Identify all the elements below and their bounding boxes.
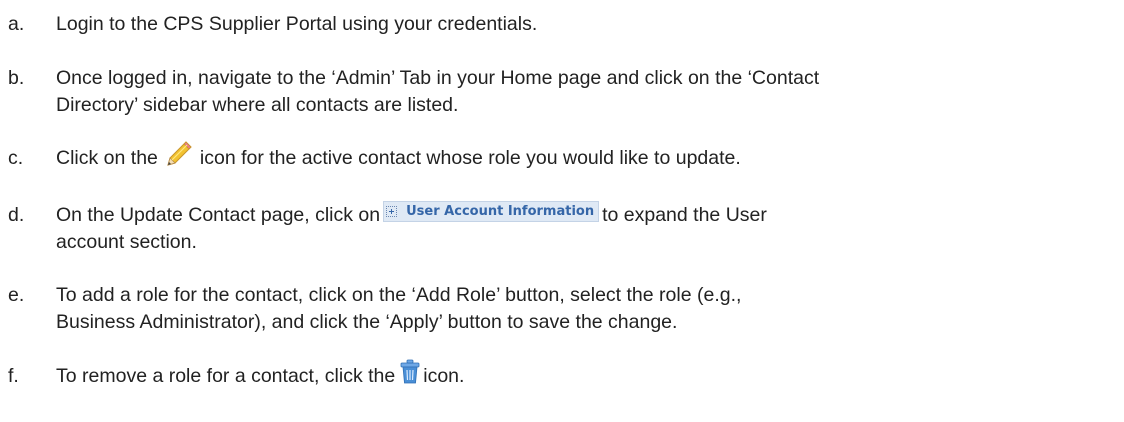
step-line: Once logged in, navigate to the ‘Admin’ … — [56, 67, 820, 89]
trash-icon[interactable] — [399, 359, 421, 385]
step-letter: a. — [8, 13, 25, 35]
expand-plus-icon — [386, 206, 398, 217]
step-letter: e. — [8, 284, 25, 306]
step-text: Click on the icon for the active contact… — [56, 141, 1116, 172]
user-account-information-button[interactable]: User Account Information — [383, 201, 600, 222]
step-line: Login to the CPS Supplier Portal using y… — [56, 13, 538, 35]
step-line: Directory’ sidebar where all contacts ar… — [56, 94, 459, 116]
pencil-icon[interactable] — [164, 139, 194, 169]
user-account-information-label: User Account Information — [406, 204, 595, 219]
step-text: Once logged in, navigate to the ‘Admin’ … — [56, 65, 1116, 119]
step-letter: c. — [8, 147, 24, 169]
step-text: To add a role for the contact, click on … — [56, 282, 1116, 336]
step-line: account section. — [56, 231, 197, 253]
step-text-after: icon. — [423, 365, 465, 387]
step-text-before: Click on the — [56, 147, 158, 169]
step-text-after: icon for the active contact whose role y… — [199, 147, 741, 169]
step-text: On the Update Contact page, click on User… — [56, 201, 1116, 256]
step-text: To remove a role for a contact, click th… — [56, 359, 1116, 390]
step-line: Business Administrator), and click the ‘… — [56, 311, 678, 333]
step-text-before: To remove a role for a contact, click th… — [56, 365, 396, 387]
step-line: To add a role for the contact, click on … — [56, 284, 742, 306]
step-text: Login to the CPS Supplier Portal using y… — [56, 11, 1116, 38]
step-letter: b. — [8, 67, 25, 89]
step-text-before: On the Update Contact page, click on — [56, 204, 381, 226]
step-text-after: to expand the User — [602, 204, 767, 226]
step-letter: d. — [8, 204, 25, 226]
step-letter: f. — [8, 365, 19, 387]
